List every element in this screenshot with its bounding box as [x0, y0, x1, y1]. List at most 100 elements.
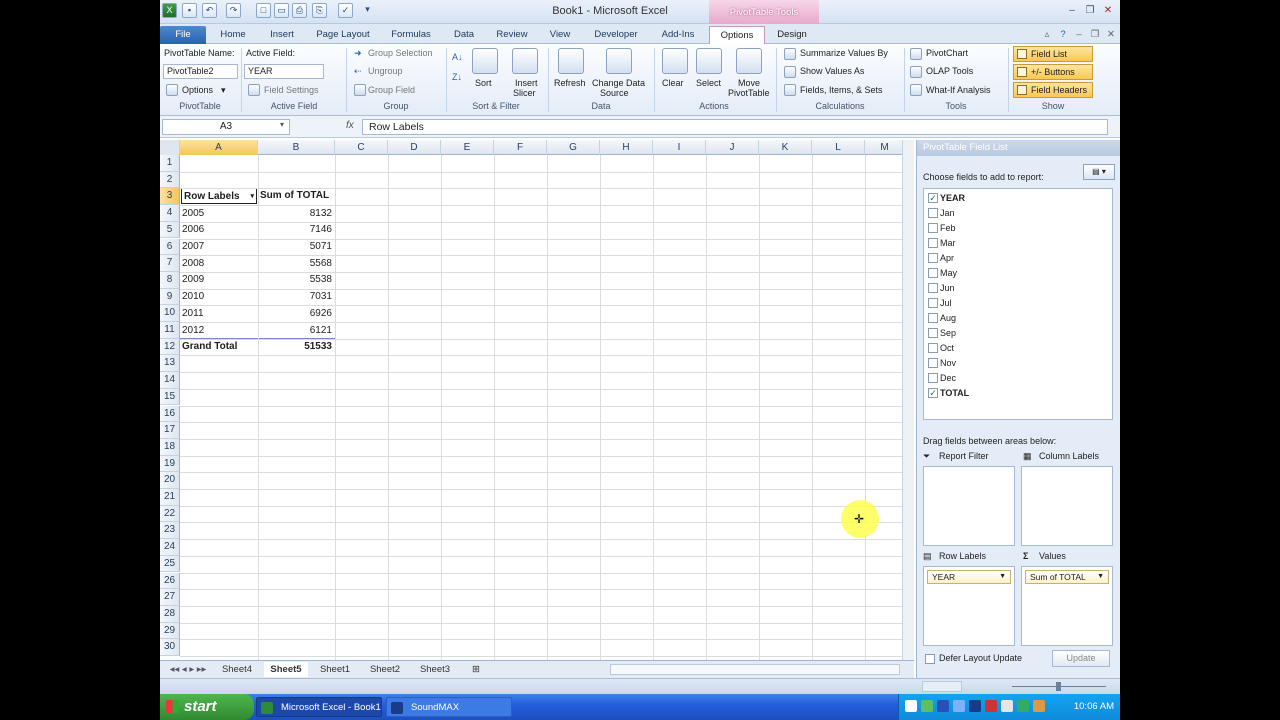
- sheet-nav-icons[interactable]: ◂◂ ◂ ▸ ▸▸: [164, 662, 212, 677]
- pivot-row-label[interactable]: 2006: [182, 222, 256, 238]
- sheet-tab-sheet1[interactable]: Sheet1: [314, 662, 356, 677]
- column-header-i[interactable]: I: [653, 140, 706, 155]
- pivot-row-label[interactable]: 2012: [182, 323, 256, 339]
- tab-data[interactable]: Data: [444, 26, 484, 44]
- ungroup-button[interactable]: Ungroup: [368, 66, 403, 76]
- field-checkbox[interactable]: [928, 328, 938, 338]
- show-values-as-button[interactable]: Show Values As: [800, 66, 864, 76]
- row-header[interactable]: 7: [160, 255, 180, 272]
- tray-antivirus-icon[interactable]: [985, 700, 997, 712]
- minimize-ribbon-icon[interactable]: ▵: [1040, 26, 1054, 44]
- pivot-row-value[interactable]: 5071: [258, 239, 335, 255]
- move-pivottable-line2[interactable]: PivotTable: [728, 88, 770, 98]
- row-header[interactable]: 27: [160, 589, 180, 606]
- print-icon[interactable]: ⎘: [312, 3, 327, 18]
- column-header-b[interactable]: B: [258, 140, 335, 155]
- buttons-toggle[interactable]: +/- Buttons: [1013, 64, 1093, 80]
- insert-function-icon[interactable]: fx: [346, 120, 354, 131]
- pivot-row-label[interactable]: 2005: [182, 206, 256, 222]
- start-button[interactable]: start: [160, 694, 254, 720]
- filter-dropdown-icon[interactable]: ▾: [250, 189, 254, 203]
- pivot-row-value[interactable]: 5568: [258, 256, 335, 272]
- column-header-c[interactable]: C: [335, 140, 388, 155]
- name-box-dropdown-icon[interactable]: ▾: [280, 120, 284, 129]
- row-header[interactable]: 2: [160, 171, 180, 189]
- row-header[interactable]: 15: [160, 388, 180, 406]
- field-checkbox[interactable]: [928, 253, 938, 263]
- row-labels-area[interactable]: YEAR ▼: [923, 566, 1015, 646]
- report-filter-area[interactable]: [923, 466, 1015, 546]
- field-checkbox[interactable]: [928, 373, 938, 383]
- active-field-input[interactable]: YEAR: [244, 64, 324, 79]
- tray-update-icon[interactable]: [1017, 700, 1029, 712]
- row-header[interactable]: 23: [160, 522, 180, 540]
- formula-input[interactable]: Row Labels: [362, 119, 1108, 135]
- row-header[interactable]: 5: [160, 221, 180, 239]
- field-checkbox[interactable]: [928, 283, 938, 293]
- tray-bluetooth-icon[interactable]: [937, 700, 949, 712]
- row-header[interactable]: 10: [160, 305, 180, 322]
- sheet-tab-sheet3[interactable]: Sheet3: [414, 662, 456, 677]
- open-icon[interactable]: ▭: [274, 3, 289, 18]
- new-icon[interactable]: □: [256, 3, 271, 18]
- name-box[interactable]: A3: [162, 119, 290, 135]
- tray-help-icon[interactable]: [905, 700, 917, 712]
- tab-review[interactable]: Review: [488, 26, 536, 44]
- row-header[interactable]: 16: [160, 405, 180, 423]
- tab-view[interactable]: View: [540, 26, 580, 44]
- row-header[interactable]: 3: [160, 188, 180, 206]
- tab-page-layout[interactable]: Page Layout: [308, 26, 378, 44]
- row-header[interactable]: 26: [160, 572, 180, 590]
- restore-icon[interactable]: ❐: [1082, 4, 1098, 18]
- tab-add-ins[interactable]: Add-Ins: [652, 26, 704, 44]
- field-checkbox[interactable]: ✓: [928, 193, 938, 203]
- row-header[interactable]: 8: [160, 271, 180, 289]
- tab-formulas[interactable]: Formulas: [382, 26, 440, 44]
- row-field-year[interactable]: YEAR ▼: [927, 570, 1011, 584]
- tab-insert[interactable]: Insert: [260, 26, 304, 44]
- change-data-source-line1[interactable]: Change Data: [592, 78, 645, 88]
- customize-qat-icon[interactable]: ▾: [360, 3, 375, 18]
- column-header-e[interactable]: E: [441, 140, 494, 155]
- view-buttons[interactable]: [922, 681, 962, 692]
- help-icon[interactable]: ?: [1056, 26, 1070, 44]
- tab-design[interactable]: Design: [766, 26, 818, 44]
- sheet-tab-sheet4[interactable]: Sheet4: [216, 662, 258, 677]
- column-header-a[interactable]: A: [180, 140, 258, 155]
- tray-network-icon[interactable]: [921, 700, 933, 712]
- field-checkbox[interactable]: [928, 238, 938, 248]
- close-icon[interactable]: ✕: [1100, 4, 1116, 18]
- row-header[interactable]: 9: [160, 288, 180, 306]
- workbook-close-icon[interactable]: ✕: [1104, 26, 1118, 44]
- column-header-g[interactable]: G: [547, 140, 600, 155]
- group-selection-button[interactable]: Group Selection: [368, 48, 433, 58]
- row-header[interactable]: 22: [160, 505, 180, 523]
- worksheet-grid[interactable]: A B C D E F G H I J K L M Row Labels ▾ Su…: [160, 140, 910, 660]
- sheet-tab-sheet5[interactable]: Sheet5: [264, 662, 308, 677]
- olap-tools-button[interactable]: OLAP Tools: [926, 66, 973, 76]
- move-pivottable-line1[interactable]: Move: [738, 78, 760, 88]
- update-button[interactable]: Update: [1052, 650, 1110, 667]
- grand-total-value[interactable]: 51533: [258, 339, 335, 355]
- pivot-row-value[interactable]: 7146: [258, 222, 335, 238]
- print-preview-icon[interactable]: ⎙: [292, 3, 307, 18]
- what-if-analysis-button[interactable]: What-If Analysis: [926, 85, 991, 95]
- pivottable-name-input[interactable]: PivotTable2: [163, 64, 238, 79]
- row-header[interactable]: 6: [160, 238, 180, 256]
- row-header[interactable]: 18: [160, 438, 180, 456]
- pivot-row-value[interactable]: 6121: [258, 323, 335, 339]
- column-header-k[interactable]: K: [759, 140, 812, 155]
- defer-layout-checkbox[interactable]: [925, 654, 935, 664]
- column-labels-area[interactable]: [1021, 466, 1113, 546]
- row-header[interactable]: 30: [160, 639, 180, 656]
- tab-home[interactable]: Home: [210, 26, 256, 44]
- field-checkbox[interactable]: [928, 358, 938, 368]
- tab-options[interactable]: Options: [709, 26, 765, 44]
- pivot-row-label[interactable]: 2007: [182, 239, 256, 255]
- summarize-values-button[interactable]: Summarize Values By: [800, 48, 888, 58]
- field-checkbox[interactable]: [928, 298, 938, 308]
- options-button[interactable]: Options: [182, 85, 213, 95]
- fields-items-sets-button[interactable]: Fields, Items, & Sets: [800, 85, 883, 95]
- workbook-minimize-icon[interactable]: –: [1072, 26, 1086, 44]
- field-checkbox[interactable]: ✓: [928, 388, 938, 398]
